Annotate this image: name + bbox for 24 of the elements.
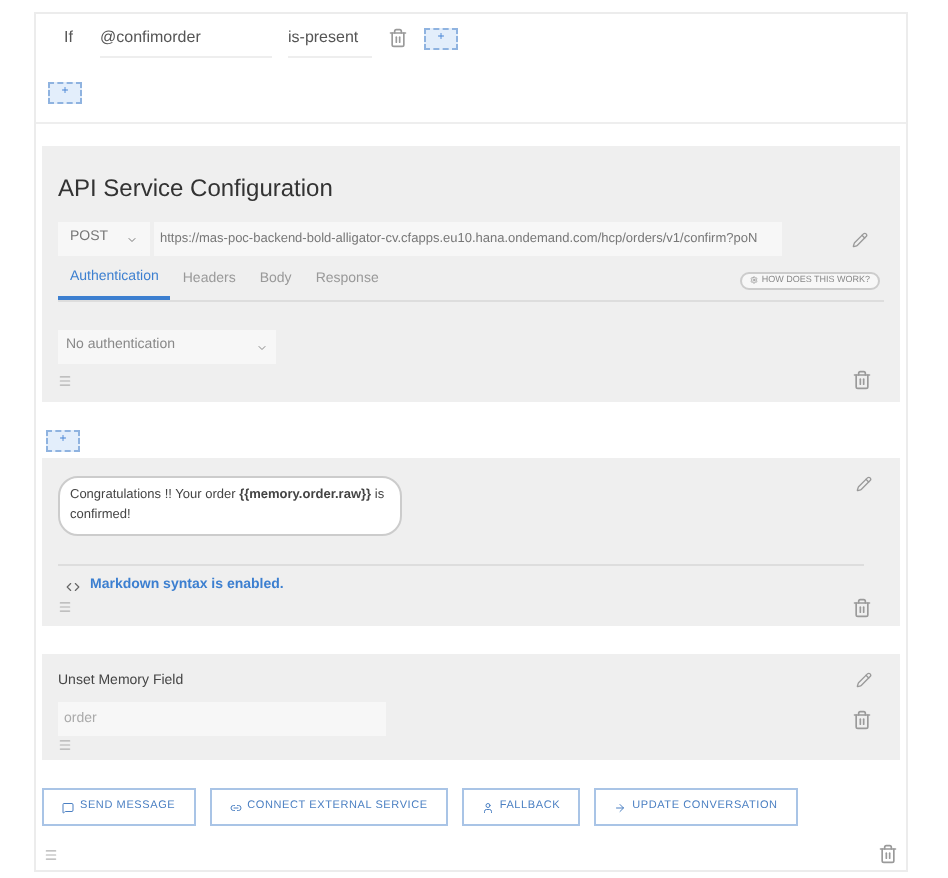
panel-title: API Service Configuration <box>58 172 335 206</box>
operator-field[interactable]: is-present <box>288 19 372 57</box>
code-icon <box>66 579 80 594</box>
link-icon <box>229 801 242 813</box>
person-icon <box>481 801 494 813</box>
trash-icon[interactable] <box>852 709 872 729</box>
drag-handle-icon[interactable] <box>44 847 58 861</box>
chevron-down-icon <box>256 341 268 353</box>
trash-icon[interactable] <box>852 597 872 617</box>
arrow-icon <box>614 801 627 813</box>
trash-icon[interactable] <box>878 844 898 864</box>
trash-icon[interactable] <box>852 370 872 390</box>
edit-icon[interactable] <box>856 476 872 492</box>
edit-icon[interactable] <box>856 671 872 687</box>
chevron-down-icon <box>126 233 138 245</box>
variable-field[interactable]: @confimorder <box>100 19 272 57</box>
trash-icon[interactable] <box>388 28 408 48</box>
drag-handle-icon[interactable] <box>58 373 72 387</box>
edit-icon[interactable] <box>852 231 868 247</box>
drag-handle-icon[interactable] <box>58 600 72 614</box>
message-icon <box>62 801 74 813</box>
gear-icon <box>749 276 758 284</box>
if-label: If <box>64 26 75 50</box>
drag-handle-icon[interactable] <box>58 738 72 752</box>
